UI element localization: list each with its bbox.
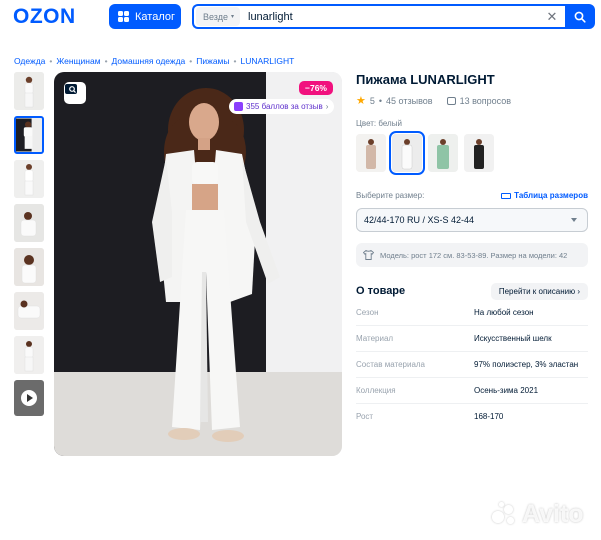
spec-value: Искусственный шелк <box>474 334 552 343</box>
search-scope-select[interactable]: Везде ▾ <box>196 7 240 26</box>
grid-icon <box>118 11 129 22</box>
color-swatch-mint[interactable] <box>428 134 458 172</box>
avito-logo-icon <box>492 501 518 528</box>
search-scope-label: Везде <box>203 11 228 22</box>
ruler-icon <box>501 192 512 199</box>
divider <box>356 377 588 378</box>
spec-row: Рост 168-170 <box>356 412 588 421</box>
points-badge[interactable]: 355 баллов за отзыв › <box>229 99 335 114</box>
product-main-image[interactable]: −76% 355 баллов за отзыв › <box>54 72 342 456</box>
go-to-description-button[interactable]: Перейти к описанию › <box>490 283 588 300</box>
avito-logo-text: Avito <box>522 500 584 528</box>
breadcrumb-item[interactable]: Женщинам <box>56 56 100 66</box>
divider <box>356 403 588 404</box>
star-icon: ★ <box>356 95 366 107</box>
spec-row: Материал Искусственный шелк <box>356 334 588 343</box>
size-select-value: 42/44-170 RU / XS-S 42-44 <box>364 215 475 225</box>
video-thumbnail[interactable] <box>14 380 44 416</box>
clear-icon[interactable]: ✕ <box>543 9 561 25</box>
search-icon <box>574 11 586 23</box>
ozon-logo[interactable]: OZON <box>13 5 76 29</box>
chevron-down-icon <box>571 218 577 222</box>
avito-watermark: Avito <box>492 500 584 529</box>
chevron-right-icon: › <box>577 287 580 296</box>
spec-key: Материал <box>356 334 394 343</box>
breadcrumb-item[interactable]: Домашняя одежда <box>112 56 186 66</box>
product-info: Пижама LUNARLIGHT ★ 5 • 45 отзывов 13 во… <box>356 72 588 421</box>
rating-row: ★ 5 • 45 отзывов 13 вопросов <box>356 95 512 107</box>
spec-row: Сезон На любой сезон <box>356 308 588 317</box>
color-swatches <box>356 131 494 175</box>
points-label: 355 баллов за отзыв <box>246 102 323 111</box>
spec-key: Коллекция <box>356 386 396 395</box>
breadcrumb-item[interactable]: Одежда <box>14 56 45 66</box>
size-select[interactable]: 42/44-170 RU / XS-S 42-44 <box>356 208 588 232</box>
questions-link[interactable]: 13 вопросов <box>460 96 511 106</box>
search-input[interactable]: lunarlight <box>248 11 543 23</box>
spec-row: Состав материала 97% полиэстер, 3% эласт… <box>356 360 588 369</box>
breadcrumb-item[interactable]: LUNARLIGHT <box>241 56 295 66</box>
spec-value: 168-170 <box>474 412 504 421</box>
color-swatch-beige[interactable] <box>356 134 386 172</box>
divider <box>356 351 588 352</box>
color-swatch-white[interactable] <box>389 131 425 175</box>
play-icon <box>21 390 37 406</box>
size-table-label: Таблица размеров <box>514 191 588 200</box>
size-table-link[interactable]: Таблица размеров <box>501 191 588 200</box>
catalog-button[interactable]: Каталог <box>109 4 181 29</box>
model-info-text: Модель: рост 172 см. 83-53-89. Размер на… <box>380 250 568 260</box>
thumbnail[interactable] <box>14 204 44 242</box>
header: OZON Каталог Везде ▾ lunarlight ✕ <box>0 0 601 34</box>
spec-key: Состав материала <box>356 360 426 369</box>
product-photo <box>54 72 342 456</box>
questions-icon <box>446 96 456 105</box>
reviews-link[interactable]: 45 отзывов <box>386 96 433 106</box>
chevron-down-icon: ▾ <box>231 14 235 20</box>
product-title: Пижама LUNARLIGHT <box>356 72 495 87</box>
search-button[interactable] <box>565 4 595 29</box>
color-label: Цвет: белый <box>356 119 402 128</box>
points-icon <box>234 102 243 111</box>
search-bar[interactable]: Везде ▾ lunarlight ✕ <box>192 4 565 29</box>
spec-key: Рост <box>356 412 374 421</box>
about-title: О товаре <box>356 285 406 297</box>
image-search-icon[interactable] <box>64 82 86 104</box>
catalog-label: Каталог <box>135 10 175 23</box>
thumbnail-list <box>14 72 46 422</box>
discount-badge: −76% <box>299 81 333 95</box>
spec-value: Осень-зима 2021 <box>474 386 539 395</box>
thumbnail[interactable] <box>14 248 44 286</box>
size-label: Выберите размер: <box>356 191 425 200</box>
thumbnail[interactable] <box>14 292 44 330</box>
shirt-icon <box>363 250 374 260</box>
spec-key: Сезон <box>356 308 379 317</box>
spec-row: Коллекция Осень-зима 2021 <box>356 386 588 395</box>
rating-value: 5 <box>369 95 375 106</box>
chevron-right-icon: › <box>325 102 329 111</box>
thumbnail[interactable] <box>14 72 44 110</box>
thumbnail[interactable] <box>14 160 44 198</box>
breadcrumb: Одежда • Женщинам • Домашняя одежда • Пижам… <box>14 56 295 66</box>
go-to-description-label: Перейти к описанию <box>498 287 576 296</box>
thumbnail[interactable] <box>14 336 44 374</box>
breadcrumb-item[interactable]: Пижамы <box>196 56 229 66</box>
thumbnail-active[interactable] <box>14 116 44 154</box>
spec-value: На любой сезон <box>474 308 534 317</box>
spec-value: 97% полиэстер, 3% эластан <box>474 360 579 369</box>
color-swatch-black[interactable] <box>464 134 494 172</box>
divider <box>356 325 588 326</box>
model-info: Модель: рост 172 см. 83-53-89. Размер на… <box>356 243 588 267</box>
